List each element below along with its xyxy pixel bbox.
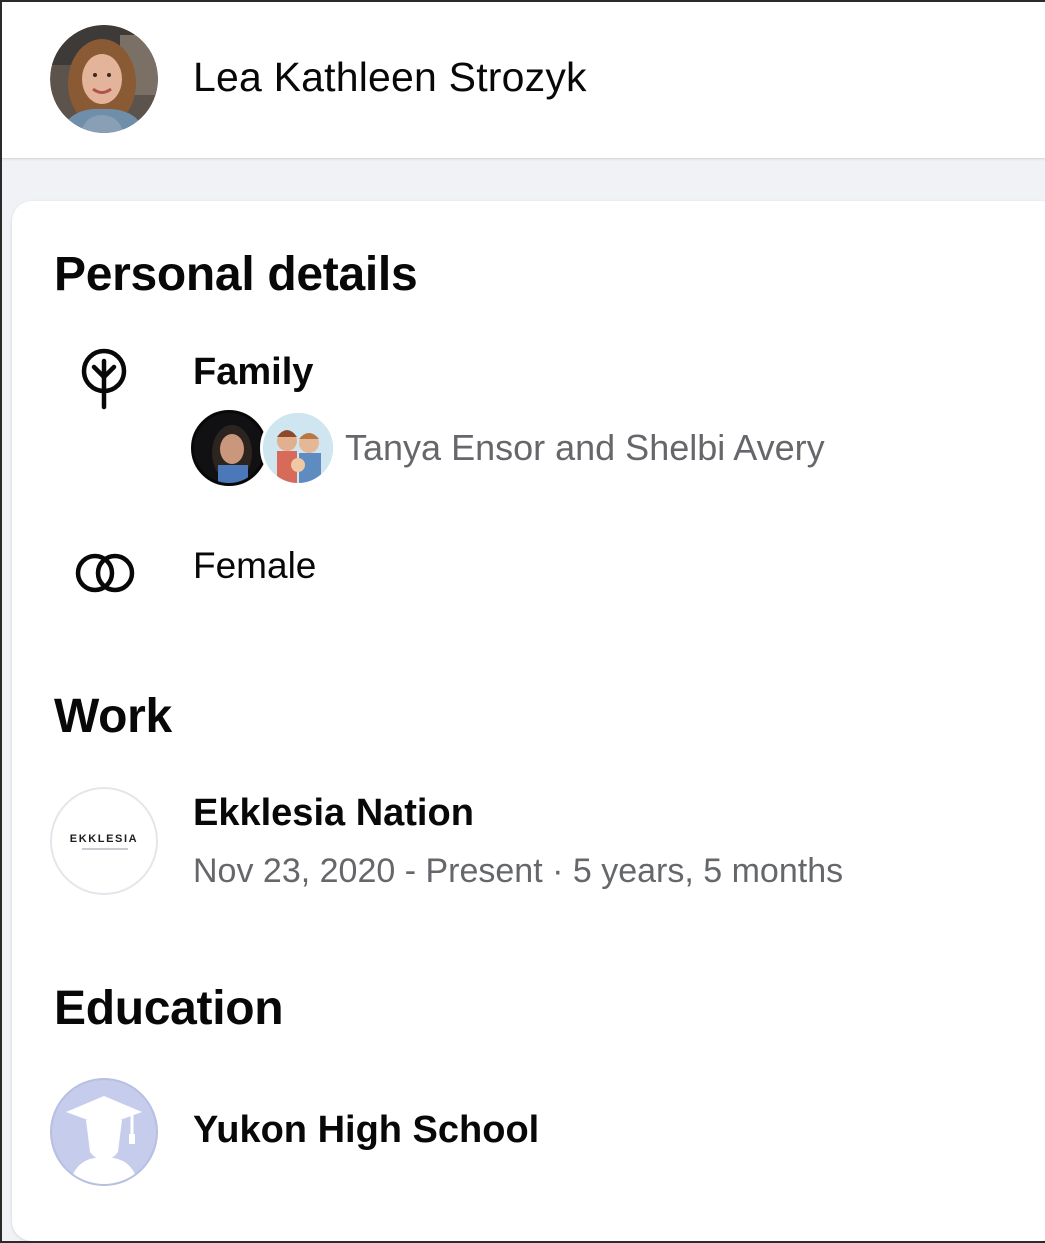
family-member-avatar-tanya[interactable] <box>191 410 267 486</box>
school-avatar[interactable] <box>50 1078 158 1186</box>
gender-rings-icon <box>75 553 135 593</box>
employer-name[interactable]: Ekklesia Nation <box>193 792 474 835</box>
family-member-photo <box>263 413 333 483</box>
family-members-text[interactable]: Tanya Ensor and Shelbi Avery <box>345 427 825 469</box>
work-dates: Nov 23, 2020 - Present · 5 years, 5 mont… <box>193 852 844 890</box>
family-member-avatar-shelbi[interactable] <box>260 410 336 486</box>
family-tree-icon <box>81 348 127 410</box>
graduation-cap-icon <box>66 1096 142 1184</box>
ekklesia-logo-text: EKKLESIA <box>69 833 139 845</box>
work-heading: Work <box>54 690 172 743</box>
education-heading: Education <box>54 982 284 1035</box>
profile-photo <box>50 25 158 133</box>
school-name[interactable]: Yukon High School <box>193 1109 539 1152</box>
personal-details-heading: Personal details <box>54 248 418 301</box>
profile-avatar[interactable] <box>50 25 158 133</box>
profile-header: Lea Kathleen Strozyk <box>2 2 1045 159</box>
gender-value: Female <box>193 545 317 586</box>
profile-name[interactable]: Lea Kathleen Strozyk <box>193 54 587 101</box>
family-label: Family <box>193 351 314 393</box>
about-card: Personal details Family Tanya Ensor and … <box>12 201 1045 1241</box>
ekklesia-logo[interactable]: EKKLESIA <box>50 787 158 895</box>
profile-about-panel: Lea Kathleen Strozyk Personal details Fa… <box>0 0 1045 1243</box>
ekklesia-logo-divider <box>82 848 128 850</box>
family-member-photo <box>194 413 264 483</box>
